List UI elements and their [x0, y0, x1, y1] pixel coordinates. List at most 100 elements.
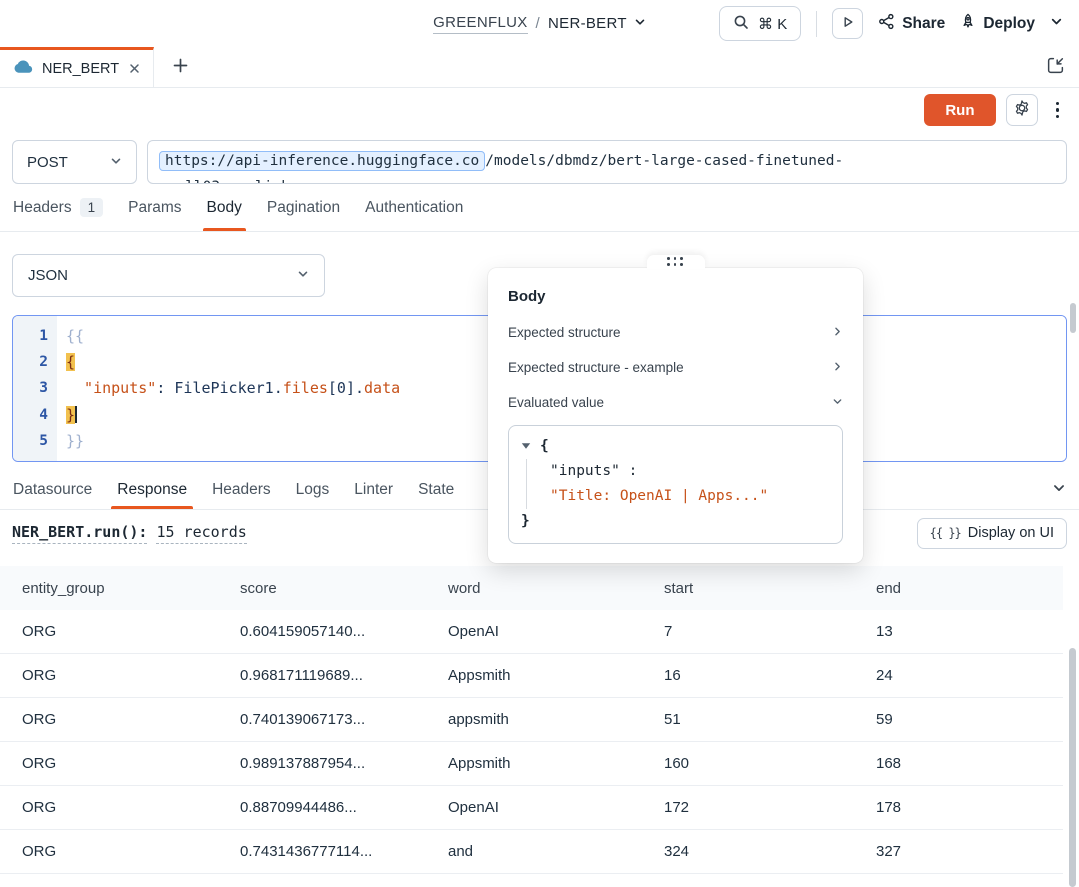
method-value: POST: [27, 154, 68, 171]
add-tab-button[interactable]: [154, 47, 207, 87]
cell-start: 172: [642, 799, 854, 816]
collapse-editor-button[interactable]: [1046, 47, 1079, 87]
cell-end: 13: [854, 623, 1063, 640]
body-type-value: JSON: [28, 267, 68, 284]
expected-structure-example-label: Expected structure - example: [508, 360, 684, 375]
cell-end: 178: [854, 799, 1063, 816]
collapse-pane-icon: [1046, 56, 1065, 79]
method-select[interactable]: POST: [12, 140, 137, 184]
chevron-down-icon: [1052, 481, 1066, 499]
workspace-link[interactable]: GREENFLUX: [433, 14, 527, 34]
tab-logs[interactable]: Logs: [296, 470, 330, 509]
tab-datasource-label: Datasource: [13, 481, 92, 499]
chevron-down-icon: [110, 154, 122, 171]
table-scrollbar-thumb[interactable]: [1069, 648, 1076, 887]
more-options-button[interactable]: [1048, 96, 1068, 125]
tab-authentication[interactable]: Authentication: [365, 184, 463, 231]
cell-entity-group: ORG: [0, 755, 218, 772]
share-button[interactable]: Share: [878, 13, 945, 35]
tab-state[interactable]: State: [418, 470, 454, 509]
tab-response-headers[interactable]: Headers: [212, 470, 271, 509]
tab-headers-label: Headers: [13, 199, 72, 217]
deploy-button[interactable]: Deploy: [960, 13, 1035, 34]
omnibar-search[interactable]: ⌘ K: [719, 6, 801, 41]
eval-close-brace: }: [521, 509, 830, 534]
url-highlighted-segment: https://api-inference.huggingface.co: [159, 151, 485, 171]
table-header-row: entity_group score word start end: [0, 566, 1063, 610]
column-header-end: end: [854, 580, 1063, 597]
share-label: Share: [902, 15, 945, 33]
popup-drag-handle[interactable]: [647, 255, 705, 269]
editor-tab-ner-bert[interactable]: NER_BERT: [0, 47, 154, 87]
cell-word: OpenAI: [426, 623, 642, 640]
share-icon: [878, 13, 895, 35]
cell-word: OpenAI: [426, 799, 642, 816]
table-row: ORG 0.7431436777114... and 324 327: [0, 830, 1063, 874]
tab-logs-label: Logs: [296, 481, 330, 499]
editor-scrollbar-thumb[interactable]: [1070, 303, 1076, 333]
request-config-tabs: Headers 1 Params Body Pagination Authent…: [0, 184, 1079, 232]
cell-start: 160: [642, 755, 854, 772]
table-row: ORG 0.88709944486... OpenAI 172 178: [0, 786, 1063, 830]
cell-entity-group: ORG: [0, 711, 218, 728]
deploy-label: Deploy: [983, 15, 1035, 33]
body-type-select[interactable]: JSON: [12, 254, 325, 297]
url-input[interactable]: https://api-inference.huggingface.co/mod…: [147, 140, 1067, 184]
table-row: ORG 0.968171119689... Appsmith 16 24: [0, 654, 1063, 698]
cell-entity-group: ORG: [0, 667, 218, 684]
app-name-menu[interactable]: NER-BERT: [548, 15, 646, 32]
tab-authentication-label: Authentication: [365, 199, 463, 217]
chevron-right-icon: [832, 360, 843, 375]
text-cursor: [75, 406, 77, 423]
close-tab-icon[interactable]: [129, 63, 140, 74]
line-number: 2: [13, 349, 48, 375]
editor-tab-bar: NER_BERT: [0, 47, 1079, 88]
run-button[interactable]: Run: [924, 94, 995, 126]
expected-structure-example-row[interactable]: Expected structure - example: [508, 350, 843, 385]
eval-value: "Title: OpenAI | Apps...": [550, 484, 830, 509]
tab-linter[interactable]: Linter: [354, 470, 393, 509]
app-name-label: NER-BERT: [548, 15, 627, 32]
cell-start: 7: [642, 623, 854, 640]
cell-start: 16: [642, 667, 854, 684]
tab-pagination[interactable]: Pagination: [267, 184, 340, 231]
evaluated-value-row[interactable]: Evaluated value: [508, 385, 843, 420]
preview-button[interactable]: [832, 8, 863, 39]
drag-dots-icon: [667, 257, 684, 268]
line-number: 5: [13, 428, 48, 454]
deploy-menu-chevron[interactable]: [1050, 15, 1063, 32]
cell-score: 0.989137887954...: [218, 755, 426, 772]
cell-end: 24: [854, 667, 1063, 684]
tab-response[interactable]: Response: [117, 470, 187, 509]
chevron-right-icon: [832, 325, 843, 340]
evaluated-value-label: Evaluated value: [508, 395, 604, 410]
response-call-label[interactable]: NER_BERT.run():: [12, 523, 147, 544]
headers-count-badge: 1: [80, 198, 104, 217]
table-row: ORG 0.604159057140... OpenAI 7 13: [0, 610, 1063, 654]
cell-score: 0.7431436777114...: [218, 843, 426, 860]
breadcrumb-separator: /: [536, 15, 540, 32]
tab-body[interactable]: Body: [207, 184, 242, 231]
tab-headers[interactable]: Headers 1: [13, 184, 103, 231]
column-header-word: word: [426, 580, 642, 597]
eval-open-brace: {: [540, 434, 549, 459]
cell-start: 51: [642, 711, 854, 728]
play-icon: [842, 15, 854, 32]
collapse-response-pane-button[interactable]: [1052, 481, 1066, 499]
display-on-ui-button[interactable]: {{ }} Display on UI: [917, 518, 1067, 549]
expected-structure-label: Expected structure: [508, 325, 621, 340]
collapse-node-toggle[interactable]: {: [521, 434, 830, 459]
eval-object-body: "inputs" : "Title: OpenAI | Apps...": [526, 459, 830, 509]
tab-params[interactable]: Params: [128, 184, 181, 231]
column-header-entity-group: entity_group: [0, 580, 218, 597]
search-icon: [733, 14, 749, 34]
settings-button[interactable]: [1006, 94, 1038, 126]
app-header: GREENFLUX / NER-BERT ⌘ K Share Deploy: [0, 0, 1079, 47]
url-path: /models/dbmdz/bert-large-cased-finetuned…: [485, 153, 843, 169]
line-number: 1: [13, 323, 48, 349]
response-record-count[interactable]: 15 records: [156, 523, 246, 544]
tab-datasource[interactable]: Datasource: [13, 470, 92, 509]
expected-structure-row[interactable]: Expected structure: [508, 315, 843, 350]
cell-word: Appsmith: [426, 667, 642, 684]
binding-braces-icon: {{ }}: [930, 526, 961, 540]
